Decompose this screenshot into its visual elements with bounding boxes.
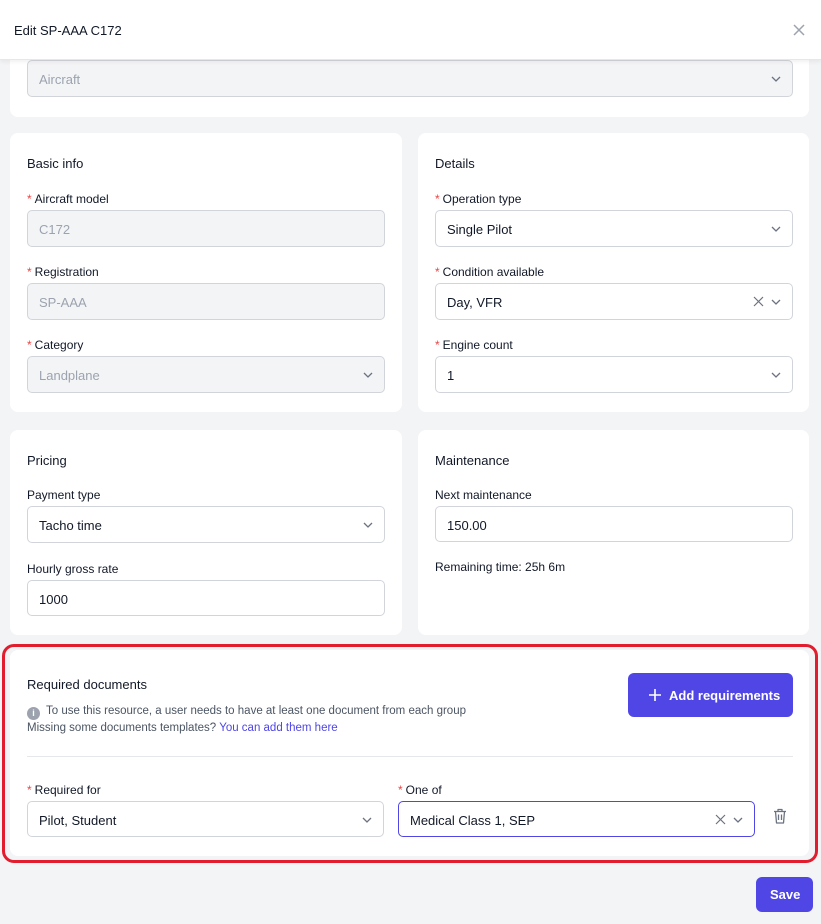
condition-available-select[interactable]: Day, VFR <box>435 283 793 320</box>
engine-count-select[interactable]: 1 <box>435 356 793 393</box>
basic-info-title: Basic info <box>27 156 84 171</box>
chevron-down-icon <box>363 372 373 378</box>
resource-type-value: Aircraft <box>39 72 81 87</box>
chevron-down-icon <box>363 522 373 528</box>
pricing-card: Pricing Payment type Tacho time Hourly g… <box>10 430 402 635</box>
registration-input: SP-AAA <box>27 283 385 320</box>
basic-info-card: Basic info * Aircraft model C172 * Registr… <box>10 133 402 412</box>
maintenance-card: Maintenance Next maintenance 150.00 Rema… <box>418 430 809 635</box>
chevron-down-icon <box>771 372 781 378</box>
close-icon[interactable] <box>791 22 807 38</box>
operation-type-label: * Operation type <box>435 192 522 206</box>
save-button[interactable]: Save <box>756 877 813 912</box>
modal-title: Edit SP-AAA C172 <box>14 23 122 38</box>
details-card: Details * Operation type Single Pilot * Co… <box>418 133 809 412</box>
details-title: Details <box>435 156 475 171</box>
remaining-time: Remaining time: 25h 6m <box>435 560 566 574</box>
aircraft-model-label: * Aircraft model <box>27 192 109 206</box>
engine-count-label: * Engine count <box>435 338 513 352</box>
condition-available-label: * Condition available <box>435 265 545 279</box>
hourly-rate-label: Hourly gross rate <box>27 562 119 576</box>
maintenance-title: Maintenance <box>435 453 510 468</box>
chevron-down-icon <box>771 226 781 232</box>
modal-header: Edit SP-AAA C172 <box>0 0 821 60</box>
highlight-outline <box>2 644 818 863</box>
next-maintenance-label: Next maintenance <box>435 488 532 502</box>
clear-icon[interactable] <box>753 296 764 307</box>
chevron-down-icon <box>771 76 781 82</box>
hourly-rate-input[interactable]: 1000 <box>27 580 385 616</box>
pricing-title: Pricing <box>27 453 67 468</box>
registration-label: * Registration <box>27 265 99 279</box>
payment-type-select[interactable]: Tacho time <box>27 506 385 543</box>
aircraft-model-input: C172 <box>27 210 385 247</box>
chevron-down-icon <box>771 299 781 305</box>
category-select: Landplane <box>27 356 385 393</box>
operation-type-select[interactable]: Single Pilot <box>435 210 793 247</box>
category-label: * Category <box>27 338 84 352</box>
payment-type-label: Payment type <box>27 488 101 502</box>
resource-type-select: Aircraft <box>27 60 793 97</box>
next-maintenance-input[interactable]: 150.00 <box>435 506 793 542</box>
